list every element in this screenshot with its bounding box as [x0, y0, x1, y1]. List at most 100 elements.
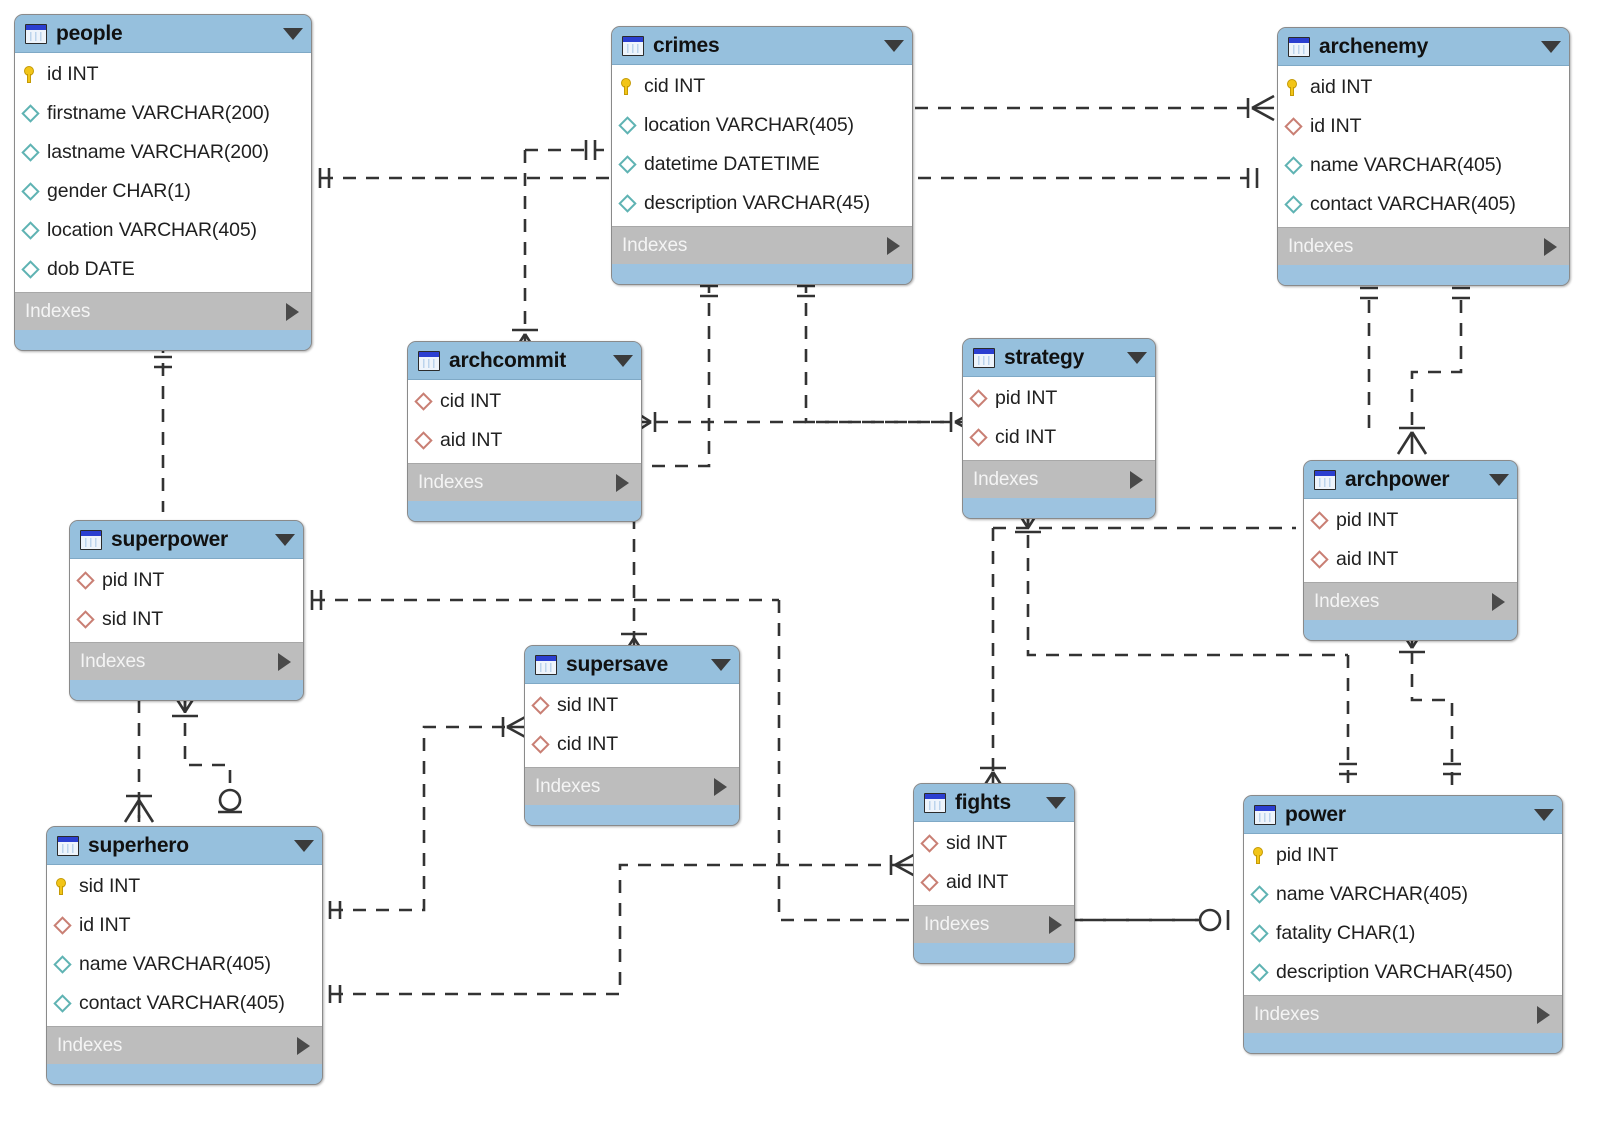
column-row[interactable]: sid INT: [47, 867, 322, 906]
indexes-bar-superpower[interactable]: Indexes: [70, 642, 303, 680]
chevron-down-icon[interactable]: [711, 658, 731, 671]
column-row[interactable]: datetime DATETIME: [612, 145, 912, 184]
table-archenemy[interactable]: archenemy aid INT id INT name VARCHAR(405) c…: [1277, 27, 1570, 286]
column-row[interactable]: pid INT: [1304, 501, 1517, 540]
column-row[interactable]: cid INT: [408, 382, 641, 421]
column-row[interactable]: sid INT: [914, 824, 1074, 863]
table-header-superhero[interactable]: superhero: [47, 827, 322, 865]
column-row[interactable]: id INT: [15, 55, 311, 94]
eer-diagram-canvas[interactable]: people id INT firstname VARCHAR(200) lastna…: [0, 0, 1616, 1130]
expand-right-icon[interactable]: [1130, 470, 1143, 489]
table-header-supersave[interactable]: supersave: [525, 646, 739, 684]
chevron-down-icon[interactable]: [275, 533, 295, 546]
column-row[interactable]: aid INT: [914, 863, 1074, 902]
table-icon: [57, 835, 79, 856]
table-fights[interactable]: fights sid INT aid INT Indexes: [913, 783, 1075, 964]
indexes-bar-archenemy[interactable]: Indexes: [1278, 227, 1569, 265]
indexes-bar-strategy[interactable]: Indexes: [963, 460, 1155, 498]
column-row[interactable]: location VARCHAR(405): [15, 211, 311, 250]
indexes-bar-crimes[interactable]: Indexes: [612, 226, 912, 264]
chevron-down-icon[interactable]: [613, 354, 633, 367]
glyph-shape: [1310, 511, 1329, 530]
column-row[interactable]: aid INT: [1278, 68, 1569, 107]
table-supersave[interactable]: supersave sid INT cid INT Indexes: [524, 645, 740, 826]
chevron-down-icon[interactable]: [1534, 808, 1554, 821]
table-name: people: [56, 21, 123, 45]
column-row[interactable]: dob DATE: [15, 250, 311, 289]
table-header-strategy[interactable]: strategy: [963, 339, 1155, 377]
column-row[interactable]: aid INT: [408, 421, 641, 460]
column-row[interactable]: location VARCHAR(405): [612, 106, 912, 145]
table-strategy[interactable]: strategy pid INT cid INT Indexes: [962, 338, 1156, 519]
column-row[interactable]: aid INT: [1304, 540, 1517, 579]
expand-right-icon[interactable]: [616, 473, 629, 492]
table-header-superpower[interactable]: superpower: [70, 521, 303, 559]
chevron-down-icon[interactable]: [283, 27, 303, 40]
expand-right-icon[interactable]: [278, 652, 291, 671]
column-row[interactable]: id INT: [47, 906, 322, 945]
indexes-bar-supersave[interactable]: Indexes: [525, 767, 739, 805]
table-archcommit[interactable]: archcommit cid INT aid INT Indexes: [407, 341, 642, 522]
indexes-bar-archcommit[interactable]: Indexes: [408, 463, 641, 501]
indexes-label: Indexes: [1288, 235, 1354, 257]
table-header-archpower[interactable]: archpower: [1304, 461, 1517, 499]
column-label: cid INT: [440, 390, 502, 412]
indexes-bar-fights[interactable]: Indexes: [914, 905, 1074, 943]
expand-right-icon[interactable]: [286, 302, 299, 321]
expand-right-icon[interactable]: [887, 236, 900, 255]
line-superhero-fights: [330, 863, 903, 996]
table-header-fights[interactable]: fights: [914, 784, 1074, 822]
table-header-crimes[interactable]: crimes: [612, 27, 912, 65]
column-row[interactable]: contact VARCHAR(405): [1278, 185, 1569, 224]
indexes-bar-power[interactable]: Indexes: [1244, 995, 1562, 1033]
table-power[interactable]: power pid INT name VARCHAR(405) fatality CH…: [1243, 795, 1563, 1054]
table-header-archcommit[interactable]: archcommit: [408, 342, 641, 380]
column-row[interactable]: name VARCHAR(405): [1244, 875, 1562, 914]
column-row[interactable]: sid INT: [525, 686, 739, 725]
table-header-power[interactable]: power: [1244, 796, 1562, 834]
column-row[interactable]: cid INT: [612, 67, 912, 106]
table-header-people[interactable]: people: [15, 15, 311, 53]
table-people[interactable]: people id INT firstname VARCHAR(200) lastna…: [14, 14, 312, 351]
table-superpower[interactable]: superpower pid INT sid INT Indexes: [69, 520, 304, 701]
card-one-crimes-bottom-2: [797, 284, 815, 298]
column-row[interactable]: description VARCHAR(450): [1244, 953, 1562, 992]
expand-right-icon[interactable]: [1544, 237, 1557, 256]
table-header-archenemy[interactable]: archenemy: [1278, 28, 1569, 66]
expand-right-icon[interactable]: [714, 777, 727, 796]
indexes-bar-superhero[interactable]: Indexes: [47, 1026, 322, 1064]
column-row[interactable]: name VARCHAR(405): [1278, 146, 1569, 185]
table-crimes[interactable]: crimes cid INT location VARCHAR(405) dateti…: [611, 26, 913, 285]
expand-right-icon[interactable]: [1537, 1005, 1550, 1024]
table-superhero[interactable]: superhero sid INT id INT name VARCHAR(405) c…: [46, 826, 323, 1085]
column-row[interactable]: sid INT: [70, 600, 303, 639]
column-row[interactable]: id INT: [1278, 107, 1569, 146]
table-archpower[interactable]: archpower pid INT aid INT Indexes: [1303, 460, 1518, 641]
chevron-down-icon[interactable]: [1127, 351, 1147, 364]
expand-right-icon[interactable]: [1049, 915, 1062, 934]
expand-right-icon[interactable]: [297, 1036, 310, 1055]
column-row[interactable]: contact VARCHAR(405): [47, 984, 322, 1023]
chevron-down-icon[interactable]: [884, 39, 904, 52]
chevron-down-icon[interactable]: [1541, 40, 1561, 53]
chevron-down-icon[interactable]: [1489, 473, 1509, 486]
column-row[interactable]: firstname VARCHAR(200): [15, 94, 311, 133]
chevron-down-icon[interactable]: [294, 839, 314, 852]
column-row[interactable]: pid INT: [963, 379, 1155, 418]
column-row[interactable]: cid INT: [525, 725, 739, 764]
column-label: lastname VARCHAR(200): [47, 141, 269, 163]
column-row[interactable]: pid INT: [1244, 836, 1562, 875]
column-row[interactable]: lastname VARCHAR(200): [15, 133, 311, 172]
expand-right-icon[interactable]: [1492, 592, 1505, 611]
column-row[interactable]: fatality CHAR(1): [1244, 914, 1562, 953]
column-row[interactable]: name VARCHAR(405): [47, 945, 322, 984]
indexes-bar-people[interactable]: Indexes: [15, 292, 311, 330]
chevron-down-icon[interactable]: [1046, 796, 1066, 809]
table-icon: [924, 792, 946, 813]
column-row[interactable]: gender CHAR(1): [15, 172, 311, 211]
column-row[interactable]: pid INT: [70, 561, 303, 600]
column-label: sid INT: [102, 608, 164, 630]
column-row[interactable]: cid INT: [963, 418, 1155, 457]
column-row[interactable]: description VARCHAR(45): [612, 184, 912, 223]
indexes-bar-archpower[interactable]: Indexes: [1304, 582, 1517, 620]
